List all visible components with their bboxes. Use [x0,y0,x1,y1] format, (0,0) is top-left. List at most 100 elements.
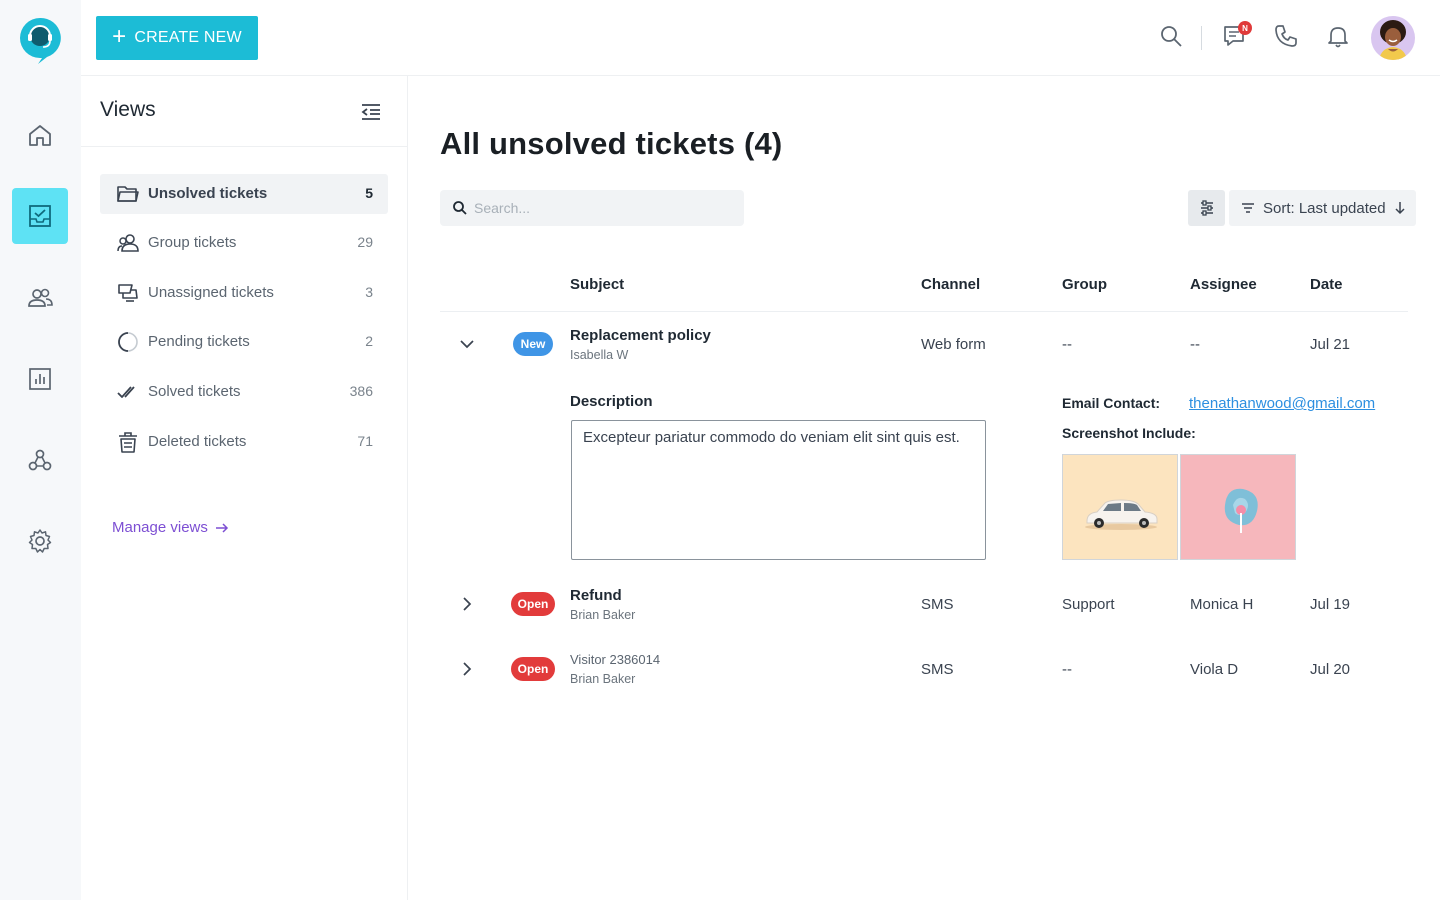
view-item-pending[interactable]: Pending tickets 2 [100,322,388,362]
double-check-icon [117,386,135,398]
ticket-assignee: Monica H [1190,596,1254,613]
sort-button[interactable]: Sort: Last updated [1229,190,1416,226]
view-item-unsolved[interactable]: Unsolved tickets 5 [100,174,388,214]
column-header-channel[interactable]: Channel [921,276,980,293]
search-icon[interactable] [1157,22,1185,50]
status-badge: New [513,332,553,356]
status-badge: Open [511,592,555,616]
arrow-down-icon [1395,202,1405,215]
ticket-channel: SMS [921,661,954,678]
screenshot-thumbnail-lollipop[interactable] [1180,454,1296,560]
users-icon [28,288,53,307]
inbox-check-icon [29,205,51,227]
nav-reports[interactable] [12,351,68,407]
notification-badge: N [1238,21,1252,35]
nav-workflows[interactable] [12,432,68,488]
ticket-assignee: -- [1190,336,1200,353]
sort-label: Sort: Last updated [1263,199,1386,217]
nav-tickets[interactable] [12,188,68,244]
create-new-label: CREATE NEW [134,29,242,46]
view-item-label: Unassigned tickets [148,284,274,301]
ticket-subject[interactable]: Visitor 2386014 [570,652,660,667]
chevron-right-icon[interactable] [456,658,478,680]
bar-chart-icon [29,368,51,390]
status-badge: Open [511,657,555,681]
chevron-down-icon[interactable] [456,333,478,355]
nav-rail [0,0,81,900]
logo-icon[interactable] [18,16,62,64]
manage-views-label: Manage views [112,519,208,536]
bell-icon[interactable] [1324,22,1352,50]
ticket-group: -- [1062,661,1072,678]
home-icon [29,125,51,146]
trash-icon [119,432,137,453]
view-item-label: Group tickets [148,234,237,251]
group-icon [117,234,139,252]
main-content: All unsolved tickets (4) Sort: Last upda… [409,76,1440,900]
page-title: All unsolved tickets (4) [440,126,783,161]
view-item-count: 2 [365,333,373,349]
search-icon [453,201,467,215]
top-bar: + CREATE NEW N [81,0,1440,76]
avatar[interactable] [1371,16,1415,60]
view-item-group[interactable]: Group tickets 29 [100,223,388,263]
toolbar-divider [1201,26,1202,50]
view-item-count: 5 [365,185,373,201]
ticket-channel: Web form [921,336,986,353]
view-item-deleted[interactable]: Deleted tickets 71 [100,422,388,462]
filter-lines-icon [1242,203,1254,213]
folder-icon [117,186,139,202]
ticket-date: Jul 21 [1310,336,1351,353]
views-title: Views [100,98,156,121]
sliders-icon [1200,200,1213,216]
nav-home[interactable] [12,107,68,163]
pending-icon [118,332,138,352]
view-item-unassigned[interactable]: Unassigned tickets 3 [100,273,388,313]
create-new-button[interactable]: + CREATE NEW [96,16,258,60]
arrow-right-icon [215,522,228,533]
ticket-requester: Brian Baker [570,672,636,686]
phone-icon[interactable] [1272,22,1300,50]
email-contact-label: Email Contact: [1062,395,1161,411]
description-textarea[interactable]: Excepteur pariatur commodo do veniam eli… [571,420,986,560]
views-header: Views [81,76,408,147]
plus-icon: + [112,23,127,50]
column-header-date[interactable]: Date [1310,276,1343,293]
view-item-count: 71 [357,433,373,449]
views-panel: Views Unsolved tickets 5 Group tickets 2… [81,76,408,900]
nav-settings[interactable] [12,513,68,569]
view-item-solved[interactable]: Solved tickets 386 [100,372,388,412]
screenshots-label: Screenshot Include: [1062,425,1196,441]
screenshot-thumbnail-car[interactable] [1062,454,1178,560]
view-item-label: Solved tickets [148,383,241,400]
chevron-right-icon[interactable] [456,593,478,615]
ticket-requester: Isabella W [570,348,629,362]
table-divider [440,311,1408,312]
unassigned-icon [118,284,138,302]
column-header-group[interactable]: Group [1062,276,1107,293]
view-item-count: 3 [365,284,373,300]
nav-contacts[interactable] [12,270,68,326]
column-header-assignee[interactable]: Assignee [1190,276,1257,293]
search-field[interactable] [440,190,744,226]
ticket-date: Jul 20 [1310,661,1351,678]
view-item-count: 29 [357,234,373,250]
filter-button[interactable] [1188,190,1225,226]
workflow-icon [28,449,52,471]
ticket-subject[interactable]: Refund [570,587,622,604]
ticket-requester: Brian Baker [570,608,636,622]
ticket-date: Jul 19 [1310,596,1351,613]
description-label: Description [570,393,653,410]
manage-views-link[interactable]: Manage views [112,519,230,536]
search-input[interactable] [474,190,734,226]
ticket-subject[interactable]: Replacement policy [570,327,711,344]
collapse-panel-icon[interactable] [359,100,383,124]
view-item-count: 386 [349,383,373,399]
ticket-assignee: Viola D [1190,661,1239,678]
column-header-subject[interactable]: Subject [570,276,624,293]
email-contact-link[interactable]: thenathanwood@gmail.com [1189,395,1375,412]
gear-icon [28,529,52,553]
view-item-label: Unsolved tickets [148,185,268,202]
ticket-group: Support [1062,596,1115,613]
view-item-label: Pending tickets [148,333,250,350]
